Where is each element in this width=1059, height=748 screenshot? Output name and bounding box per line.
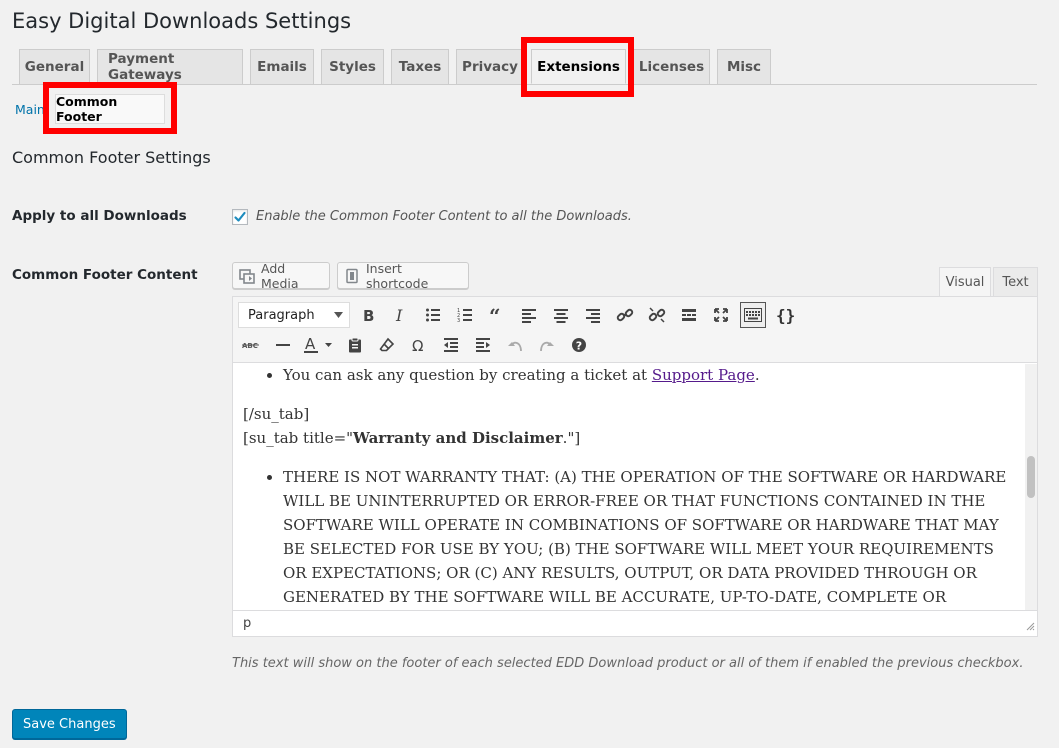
tab-emails[interactable]: Emails: [250, 49, 314, 84]
insert-shortcode-button[interactable]: Insert shortcode: [337, 260, 469, 291]
paste-text-icon[interactable]: [342, 332, 368, 358]
text-color-icon[interactable]: A: [302, 332, 336, 358]
special-character-icon[interactable]: Ω: [406, 332, 432, 358]
svg-text:ABC: ABC: [242, 342, 258, 350]
editor-toolbar: Paragraph B I 123 “ {} ABC A Ω ?: [233, 297, 1037, 363]
content-label: Common Footer Content: [12, 267, 198, 283]
svg-text:?: ?: [576, 340, 582, 353]
help-icon[interactable]: ?: [566, 332, 592, 358]
section-title: Common Footer Settings: [12, 148, 211, 167]
undo-icon[interactable]: [502, 332, 528, 358]
svg-text:“: “: [489, 307, 501, 323]
insert-shortcode-label: Insert shortcode: [366, 260, 429, 291]
editor-scrollbar[interactable]: [1025, 364, 1037, 610]
outdent-icon[interactable]: [438, 332, 464, 358]
add-media-button[interactable]: Add Media: [232, 260, 330, 291]
format-select-value: Paragraph: [248, 307, 315, 323]
editor-content[interactable]: You can ask any question by creating a t…: [233, 364, 1025, 610]
tab-visual[interactable]: Visual: [939, 267, 991, 297]
bullet-list-icon[interactable]: [420, 302, 446, 328]
rich-text-editor: Paragraph B I 123 “ {} ABC A Ω ? • You c…: [232, 296, 1038, 637]
redo-icon[interactable]: [534, 332, 560, 358]
align-right-icon[interactable]: [580, 302, 606, 328]
svg-text:Ω: Ω: [412, 337, 423, 353]
code-braces-icon[interactable]: {}: [772, 302, 798, 328]
apply-label: Apply to all Downloads: [12, 208, 187, 224]
content-bullet-warranty: THERE IS NOT WARRANTY THAT: (A) THE OPER…: [283, 465, 1011, 610]
tab-privacy[interactable]: Privacy: [456, 49, 524, 84]
content-tab-close: [/su_tab]: [243, 405, 310, 423]
svg-text:3: 3: [457, 318, 460, 323]
strikethrough-icon[interactable]: ABC: [238, 332, 264, 358]
tab-general[interactable]: General: [19, 49, 90, 84]
blockquote-icon[interactable]: “: [484, 302, 510, 328]
content-help-text: This text will show on the footer of eac…: [232, 656, 1024, 671]
settings-tabs: General Payment Gateways Emails Styles T…: [19, 49, 778, 85]
svg-text:A: A: [305, 336, 316, 353]
svg-text:{}: {}: [776, 306, 794, 324]
align-center-icon[interactable]: [548, 302, 574, 328]
support-page-link[interactable]: Support Page: [652, 366, 755, 384]
shortcode-icon: [344, 268, 360, 284]
caret-down-icon: [334, 312, 343, 318]
numbered-list-icon[interactable]: 123: [452, 302, 478, 328]
toolbar-toggle-icon[interactable]: [740, 302, 766, 328]
svg-text:I: I: [395, 307, 403, 323]
format-select[interactable]: Paragraph: [238, 302, 350, 328]
unlink-icon[interactable]: [644, 302, 670, 328]
link-icon[interactable]: [612, 302, 638, 328]
highlight-extensions-tab: [521, 37, 634, 97]
clear-formatting-icon[interactable]: [374, 332, 400, 358]
apply-description: Enable the Common Footer Content to all …: [256, 209, 632, 224]
content-tab-open: [su_tab title="Warranty and Disclaimer."…: [243, 429, 581, 447]
apply-checkbox[interactable]: [232, 209, 248, 225]
italic-icon[interactable]: I: [388, 302, 414, 328]
tab-licenses[interactable]: Licenses: [633, 49, 710, 84]
save-changes-button[interactable]: Save Changes: [12, 709, 127, 739]
editor-statusbar: p: [233, 610, 1037, 636]
indent-icon[interactable]: [470, 332, 496, 358]
page-title: Easy Digital Downloads Settings: [12, 9, 352, 33]
content-bullet-support: You can ask any question by creating a t…: [283, 364, 1025, 387]
tab-text[interactable]: Text: [993, 267, 1038, 297]
add-media-label: Add Media: [261, 260, 299, 291]
subnav: Main Common Footer: [15, 94, 165, 124]
align-left-icon[interactable]: [516, 302, 542, 328]
bold-icon[interactable]: B: [356, 302, 382, 328]
checkmark-icon: [234, 211, 246, 222]
tab-styles[interactable]: Styles: [321, 49, 384, 84]
horizontal-line-icon[interactable]: [270, 332, 296, 358]
subnav-main-link[interactable]: Main: [15, 102, 45, 117]
tab-taxes[interactable]: Taxes: [391, 49, 449, 84]
scrollbar-thumb[interactable]: [1027, 456, 1035, 498]
fullscreen-icon[interactable]: [708, 302, 734, 328]
tab-payment-gateways[interactable]: Payment Gateways: [97, 49, 243, 84]
resize-handle-icon[interactable]: [1026, 622, 1035, 634]
svg-text:B: B: [363, 307, 374, 323]
media-icon: [239, 268, 255, 284]
tab-misc[interactable]: Misc: [717, 49, 771, 84]
read-more-icon[interactable]: [676, 302, 702, 328]
highlight-common-footer: [43, 82, 177, 134]
element-path[interactable]: p: [243, 616, 251, 631]
